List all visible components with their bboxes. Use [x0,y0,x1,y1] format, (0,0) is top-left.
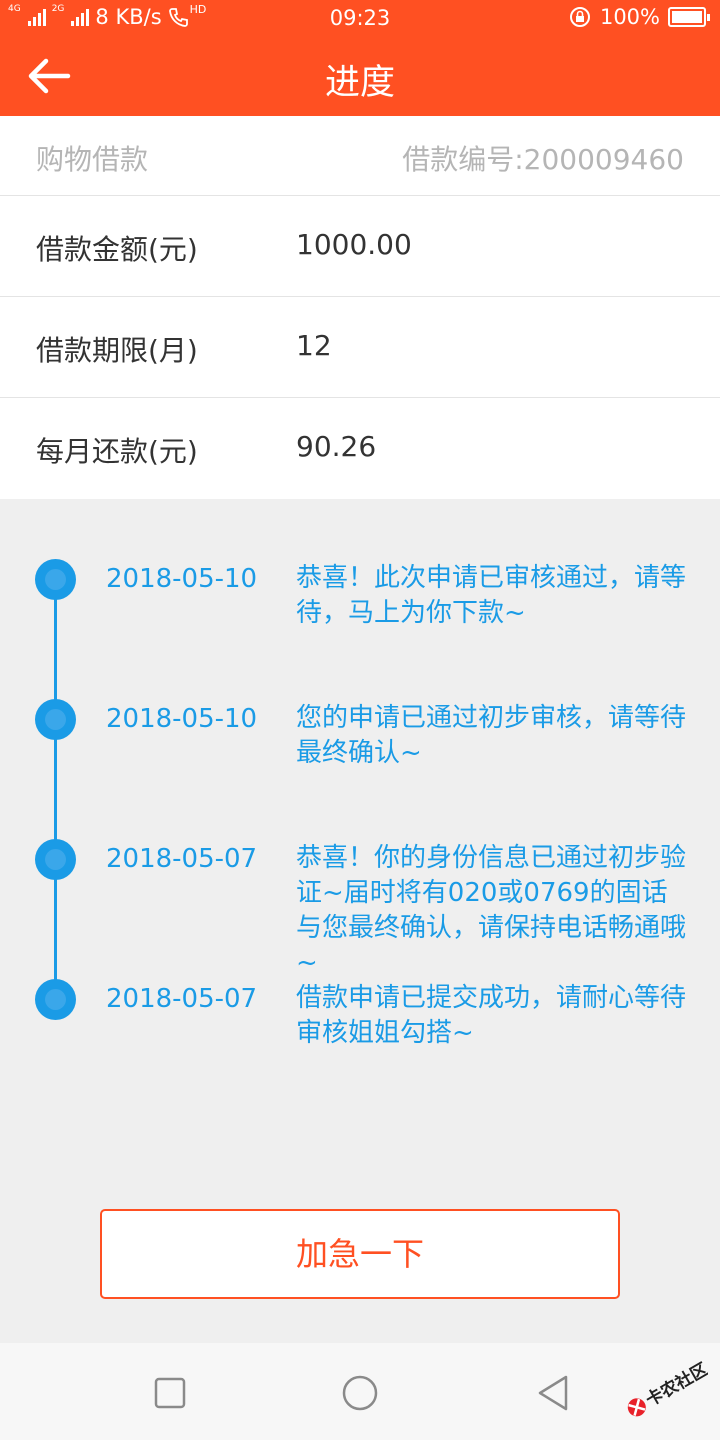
loan-term-row: 借款期限(月) 12 [0,297,720,398]
timeline-date: 2018-05-07 [106,984,258,1014]
watermark-text: 卡农社区 [642,1359,708,1411]
loan-amount-value: 1000.00 [296,228,412,261]
loan-amount-label: 借款金额(元) [36,233,198,266]
monthly-payment-label: 每月还款(元) [36,435,198,468]
back-nav-button[interactable] [528,1373,578,1413]
battery-percent: 100% [599,5,660,29]
home-button[interactable] [335,1373,385,1413]
timeline-text: 恭喜！你的身份信息已通过初步验证~届时将有020或0769的固话与您最终确认，请… [296,843,687,978]
battery-icon [668,7,710,27]
timeline-date: 2018-05-07 [106,844,258,874]
timeline-text: 您的申请已通过初步审核，请等待最终确认~ [296,703,687,768]
app-header: 4G 2G 8 KB/s HD 09:23 100% 进度 [0,0,720,116]
circle-icon [342,1375,378,1411]
timeline-line [54,580,57,1000]
loan-type: 购物借款 [36,143,149,176]
loan-term-value: 12 [296,329,332,362]
monthly-payment-value: 90.26 [296,430,377,463]
timeline-text: 恭喜！此次申请已审核通过，请等待，马上为你下款~ [296,563,687,628]
navigation-bar [0,1343,720,1440]
watermark-icon: 卡农社区 [627,1359,712,1417]
timeline-date: 2018-05-10 [106,564,258,594]
timeline-dot [35,979,76,1020]
status-bar: 4G 2G 8 KB/s HD 09:23 100% [0,0,720,38]
timeline-dot [35,699,76,740]
loan-summary-row: 购物借款 借款编号:200009460 [0,116,720,196]
timeline-dot [35,559,76,600]
timeline-text: 借款申请已提交成功，请耐心等待审核姐姐勾搭~ [296,983,687,1048]
triangle-left-icon [538,1375,568,1411]
loan-number: 借款编号:200009460 [402,143,684,176]
recent-apps-button[interactable] [145,1373,195,1413]
page-title: 进度 [324,63,395,103]
urge-button[interactable]: 加急一下 [100,1209,620,1299]
timeline-date: 2018-05-10 [106,704,258,734]
timeline-dot [35,839,76,880]
rotation-lock-icon [569,7,590,27]
monthly-payment-row: 每月还款(元) 90.26 [0,398,720,499]
watermark-logo: 卡农社区 [616,1352,712,1422]
loan-info-panel: 购物借款 借款编号:200009460 借款金额(元) 1000.00 借款期限… [0,116,720,499]
progress-timeline: 2018-05-10 恭喜！此次申请已审核通过，请等待，马上为你下款~ 2018… [0,500,720,1060]
loan-amount-row: 借款金额(元) 1000.00 [0,196,720,297]
square-icon [154,1377,186,1409]
loan-term-label: 借款期限(月) [36,334,198,367]
status-right: 100% [568,5,710,29]
